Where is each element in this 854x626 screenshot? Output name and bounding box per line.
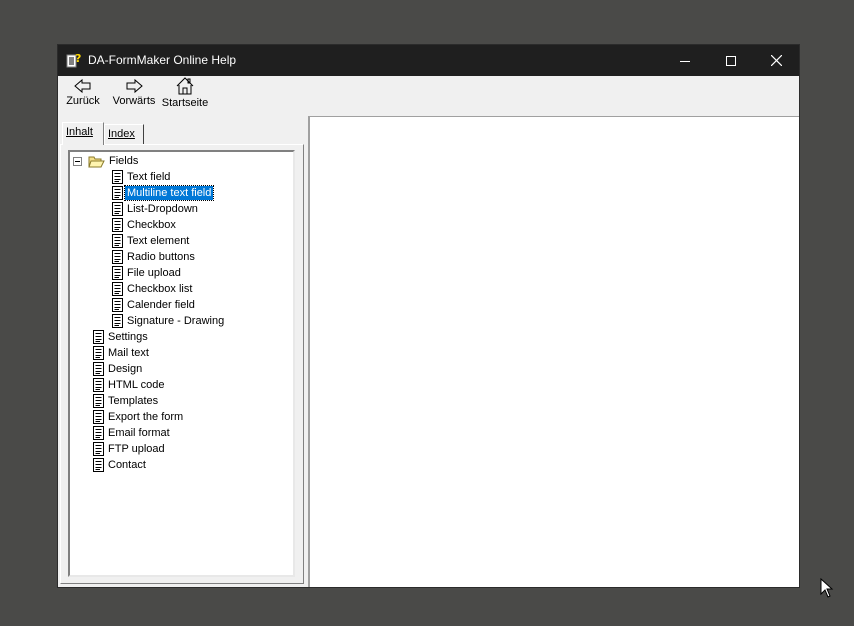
arrow-left-icon: [74, 78, 91, 94]
tree-item[interactable]: Text field: [112, 169, 172, 185]
tab-index[interactable]: Index: [104, 124, 144, 144]
tree-item[interactable]: Radio buttons: [112, 249, 197, 265]
help-window: ? DA-FormMaker Online Help Zurück Vorwär…: [58, 45, 799, 587]
collapse-toggle-icon[interactable]: [73, 157, 82, 166]
contents-tree[interactable]: Fields Text field Multiline text field Lis…: [68, 150, 295, 577]
tree-item-label: Radio buttons: [127, 251, 195, 263]
page-icon: [93, 346, 104, 360]
tree-item[interactable]: Signature - Drawing: [112, 313, 226, 329]
page-icon: [93, 410, 104, 424]
page-icon: [112, 234, 123, 248]
tree-item-label: Checkbox list: [127, 283, 193, 295]
tree-item[interactable]: Design: [93, 361, 144, 377]
tree-item-label: Mail text: [108, 347, 149, 359]
tree-item[interactable]: Calender field: [112, 297, 197, 313]
tree-item-label: List-Dropdown: [127, 203, 198, 215]
tree-item-label: Settings: [108, 331, 148, 343]
page-icon: [112, 250, 123, 264]
tree-item[interactable]: Mail text: [93, 345, 151, 361]
page-icon: [112, 202, 123, 216]
tree-item-label: Calender field: [127, 299, 195, 311]
page-icon: [112, 186, 123, 200]
tree-item-label: Contact: [108, 459, 146, 471]
maximize-button[interactable]: [708, 45, 754, 76]
tree-item[interactable]: Export the form: [93, 409, 185, 425]
home-icon: [176, 77, 194, 95]
tab-contents[interactable]: Inhalt: [62, 122, 104, 145]
tree-item[interactable]: Checkbox list: [112, 281, 194, 297]
tree-item-label: Export the form: [108, 411, 184, 423]
mouse-cursor-icon: [820, 578, 834, 598]
forward-label: Vorwärts: [112, 95, 156, 107]
tree-item[interactable]: Templates: [93, 393, 160, 409]
tree-node-fields[interactable]: Fields: [70, 153, 140, 169]
page-icon: [112, 298, 123, 312]
arrow-right-icon: [126, 78, 143, 94]
tree-item[interactable]: File upload: [112, 265, 183, 281]
tree-item[interactable]: FTP upload: [93, 441, 167, 457]
tab-contents-label: Inhalt: [66, 126, 93, 138]
contents-panel: Fields Text field Multiline text field Lis…: [60, 144, 304, 584]
forward-button[interactable]: Vorwärts: [112, 78, 156, 114]
tree-item[interactable]: Multiline text field: [112, 185, 215, 201]
navigation-pane: Inhalt Index Fields Text field Multiline…: [58, 116, 307, 587]
page-icon: [93, 458, 104, 472]
page-icon: [112, 282, 123, 296]
folder-open-icon: [88, 156, 105, 168]
back-label: Zurück: [66, 95, 100, 107]
tab-index-label: Index: [108, 128, 135, 140]
tree-item-label: Templates: [108, 395, 159, 407]
page-icon: [93, 442, 104, 456]
close-button[interactable]: [753, 45, 799, 76]
page-icon: [112, 170, 123, 184]
maximize-icon: [726, 55, 736, 66]
page-icon: [112, 266, 123, 280]
tree-item[interactable]: Checkbox: [112, 217, 178, 233]
page-icon: [93, 394, 104, 408]
tree-item-label: Text element: [127, 235, 190, 247]
page-icon: [93, 426, 104, 440]
minimize-button[interactable]: [662, 45, 708, 76]
back-button[interactable]: Zurück: [64, 78, 102, 114]
help-app-icon: ?: [66, 52, 81, 68]
home-button[interactable]: Startseite: [162, 76, 208, 112]
tree-item[interactable]: Email format: [93, 425, 172, 441]
page-icon: [112, 218, 123, 232]
page-icon: [112, 314, 123, 328]
tree-item[interactable]: Text element: [112, 233, 191, 249]
tree-item-label: Text field: [127, 171, 171, 183]
tree-item-label: FTP upload: [108, 443, 165, 455]
topic-content-pane[interactable]: [308, 116, 799, 587]
toolbar: Zurück Vorwärts Startseite: [58, 76, 799, 116]
title-bar[interactable]: ? DA-FormMaker Online Help: [58, 45, 799, 76]
tree-item-label: File upload: [127, 267, 181, 279]
tree-item-label: Checkbox: [127, 219, 176, 231]
page-icon: [93, 362, 104, 376]
minimize-icon: [680, 60, 690, 62]
tree-item-label: Email format: [108, 427, 170, 439]
tree-node-label: Fields: [109, 155, 139, 167]
tree-item-label: Design: [108, 363, 143, 375]
tree-item[interactable]: List-Dropdown: [112, 201, 200, 217]
home-label: Startseite: [161, 97, 209, 109]
tree-item[interactable]: Settings: [93, 329, 150, 345]
tree-item-label: Multiline text field: [123, 185, 215, 201]
tree-item-label: HTML code: [108, 379, 165, 391]
close-icon: [770, 55, 782, 66]
tree-item[interactable]: Contact: [93, 457, 148, 473]
svg-text:?: ?: [75, 52, 81, 65]
tree-item[interactable]: HTML code: [93, 377, 166, 393]
tree-item-label: Signature - Drawing: [127, 315, 225, 327]
window-title: DA-FormMaker Online Help: [88, 53, 237, 67]
page-icon: [93, 330, 104, 344]
page-icon: [93, 378, 104, 392]
